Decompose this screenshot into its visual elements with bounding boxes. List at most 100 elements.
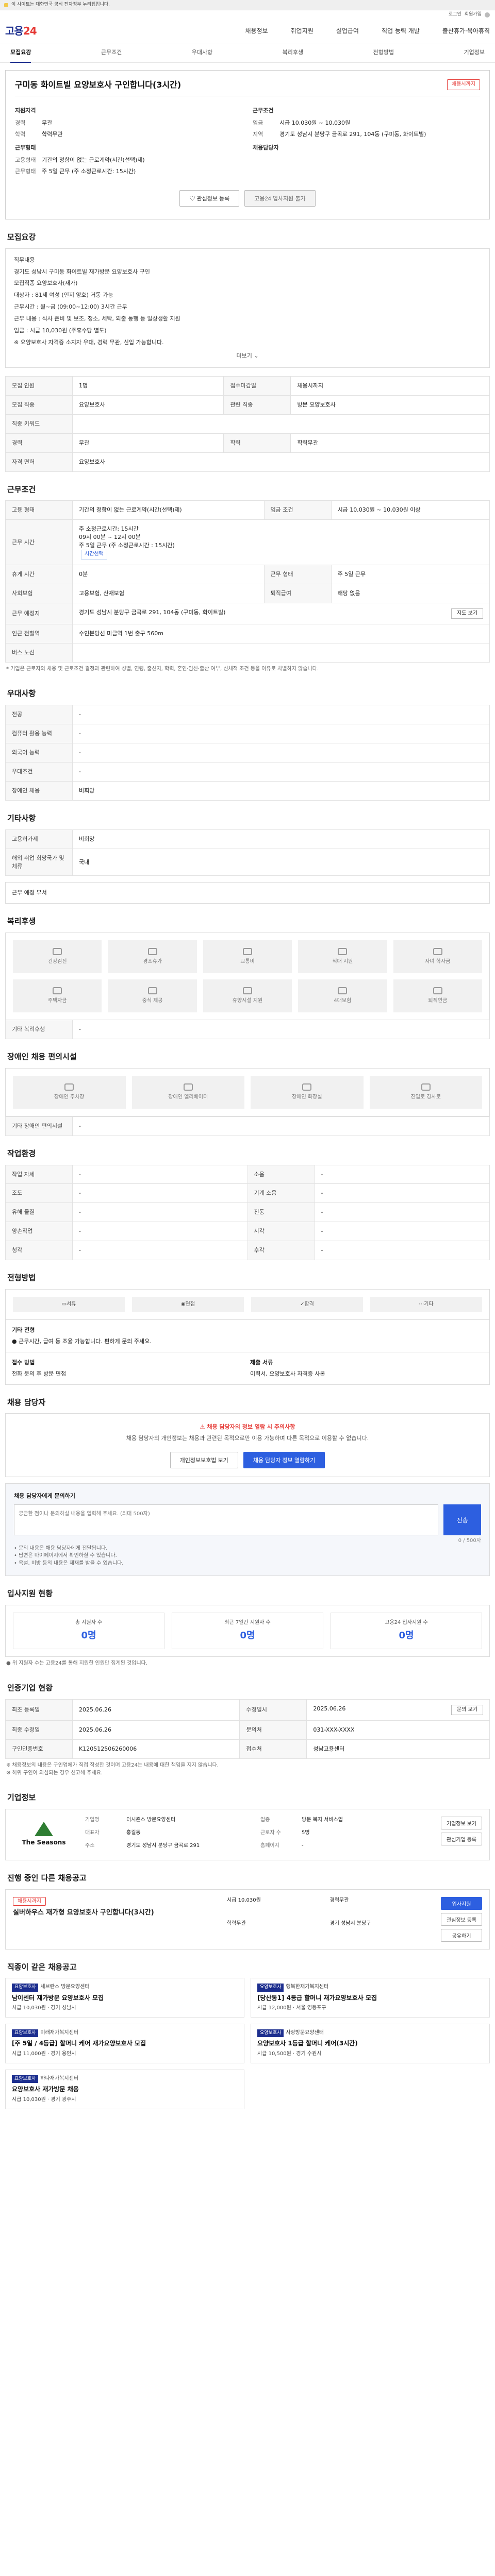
others-apply-button[interactable]: 입사지원 — [441, 1896, 483, 1910]
interview-icon: ◉ — [180, 1301, 186, 1307]
manager-notice: ⚠ 채용 담당자의 정보 열람 시 주의사항 채용 담당자의 개인정보는 채용과… — [5, 1413, 490, 1478]
gnb-item-support[interactable]: 취업지원 — [291, 27, 314, 36]
tab-preference[interactable]: 우대사항 — [192, 48, 212, 57]
recruit-description: 직무내용 경기도 성남시 구미동 화이트빌 재가방문 요양보호사 구인 모집직종… — [5, 248, 490, 368]
gnb-item-training[interactable]: 직업 능력 개발 — [382, 27, 420, 36]
stat-card: 총 지원자 수 0명 — [13, 1613, 164, 1649]
warning-icon: ⚠ — [200, 1423, 207, 1431]
others-scrap-button[interactable]: 관심정보 등록 — [441, 1912, 483, 1926]
table-row: 외국어 능력 - — [5, 743, 490, 762]
tab-conditions[interactable]: 근무조건 — [101, 48, 122, 57]
receipt-text: 전화 문의 후 방문 면접 — [12, 1370, 67, 1377]
welfare-label: 중식 제공 — [142, 997, 163, 1004]
job-category: 요양보호사 — [257, 2029, 284, 2038]
scrap-button[interactable]: ♡ 관심정보 등록 — [179, 190, 240, 207]
privacy-law-button[interactable]: 개인정보보호법 보기 — [170, 1452, 238, 1469]
gnb-item-benefit[interactable]: 실업급여 — [336, 27, 359, 36]
signup-link[interactable]: 회원가입 — [465, 11, 482, 18]
job-card-title: [주 5일 / 4등급] 할머니 케어 재가요양보호사 모집 — [12, 2040, 146, 2047]
manager-notice-title: ⚠ 채용 담당자의 정보 열람 시 주의사항 — [12, 1423, 483, 1431]
company-logo-text: The Seasons — [22, 1839, 66, 1846]
welfare-label: 휴양시설 지원 — [232, 997, 263, 1004]
inquiry-view-button[interactable]: 문의 보기 — [451, 1704, 483, 1716]
job-card[interactable]: 요양보호사 미래재가복지센터 [주 5일 / 4등급] 할머니 케어 재가요양보호… — [5, 2024, 244, 2064]
tab-hiring[interactable]: 전형방법 — [373, 48, 394, 57]
hiring-step-label: 합격 — [304, 1301, 314, 1307]
job-card[interactable]: 요양보호사 행복한재가복지센터 [당산동1] 4등급 할머니 재가요양보호사 모집… — [251, 1978, 490, 2018]
others-buttons: 입사지원 관심정보 등록 공유하기 — [441, 1896, 483, 1942]
view-manager-button[interactable]: 채용 담당자 정보 열람하기 — [243, 1452, 325, 1469]
login-link[interactable]: 로그인 — [449, 11, 461, 18]
job-card-meta: 시급 10,030원 · 경기 성남시 — [12, 2005, 76, 2011]
tab-company[interactable]: 기업정보 — [464, 48, 484, 57]
more-button[interactable]: 더보기 ⌄ — [14, 352, 481, 360]
table-row: 장애인 채용 비희망 — [5, 781, 490, 801]
stat-label: 고용24 입사지원 수 — [385, 1620, 428, 1625]
company-scrap-button[interactable]: 관심기업 등록 — [441, 1832, 482, 1845]
recruit-title: 모집요강 — [7, 232, 36, 242]
company-key: 주소 — [85, 1842, 95, 1849]
table-row: 근무 예정지 경기도 성남시 분당구 금곡로 291, 104동 (구미동, 화이… — [5, 602, 490, 625]
hiring-step: ⋯ 기타 — [370, 1296, 482, 1312]
tab-welfare[interactable]: 복리후생 — [283, 48, 303, 57]
resort-icon — [242, 987, 252, 994]
table-row: 경력 무관 학력 학력무관 — [5, 433, 490, 453]
disability-grid: 장애인 주차장 장애인 엘리베이터 장애인 화장실 진입로 경사로 — [5, 1067, 490, 1116]
documents-title: 제출 서류 — [250, 1359, 273, 1366]
table-key: 청각 — [5, 1241, 73, 1261]
inquiry-textarea[interactable] — [14, 1504, 439, 1536]
job-card[interactable]: 요양보호사 하나재가복지센터 요양보호사 재가방문 채용 시급 10,030원 ·… — [5, 2070, 244, 2110]
stat-value: 0명 — [240, 1630, 255, 1641]
table-value — [72, 414, 490, 434]
table-value: 주 소정근로시간: 15시간 09시 00분 ~ 12시 00분 주 5일 근무… — [72, 519, 490, 565]
conditions-note: * 기업은 근로자의 채용 및 근로조건 결정과 관련하여 성별, 연령, 출신… — [6, 666, 319, 672]
work-env-table: 작업 자세 - 소음 - 조도 - 기계 소음 - 유해 물질 - 진동 - 양손작업 - 시각 - 청… — [5, 1164, 490, 1261]
map-button[interactable]: 지도 보기 — [451, 608, 483, 619]
table-key: 진동 — [247, 1202, 315, 1223]
others-share-button[interactable]: 공유하기 — [441, 1928, 483, 1942]
table-value: - — [72, 1164, 248, 1184]
facility-item: 장애인 주차장 — [13, 1075, 126, 1109]
table-row: 작업 자세 - 소음 - — [5, 1164, 490, 1184]
region-label: 지역 — [253, 131, 263, 138]
table-row: 사회보험 고용보험, 산재보험 퇴직급여 해당 없음 — [5, 583, 490, 603]
employment-type-value: 기간의 정함이 없는 근로계약(시간(선택)제) — [42, 156, 145, 163]
conditions-table: 고용 형태 기간의 정함이 없는 근로계약(시간(선택)제) 임금 조건 시급 10,… — [5, 500, 490, 663]
welfare-label: 퇴직연금 — [428, 997, 448, 1004]
gnb-item-leave[interactable]: 출산휴가·육아휴직 — [442, 27, 490, 36]
apply-disabled-button[interactable]: 고용24 입사지원 불가 — [244, 190, 316, 207]
table-value: 요양보호사 — [72, 395, 224, 415]
job-card[interactable]: 요양보호사 세브란스 방문요양센터 남이센터 재가방문 요양보호사 모집 시급 1… — [5, 1978, 244, 2018]
job-summary-card: 구미동 화이트빌 요양보호사 구인합니다(3시간) 채용시까지 지원자격 경력 무… — [5, 70, 490, 219]
others-job-title[interactable]: 실버하우스 재가형 요양보호사 구인합니다(3시간) — [13, 1908, 217, 1918]
etc-icon: ⋯ — [419, 1301, 424, 1307]
more-label: 더보기 — [236, 352, 252, 360]
table-row: 최종 수정일 2025.06.26 문의처 031-XXX-XXXX — [5, 1720, 490, 1740]
welfare-label: 4대보험 — [334, 997, 352, 1004]
inquiry-submit-button[interactable]: 전송 — [443, 1504, 481, 1536]
inquiry-note: • 욕설, 비방 등의 내용은 제재를 받을 수 있습니다. — [14, 1560, 124, 1566]
table-key: 작업 자세 — [5, 1164, 73, 1184]
table-value: 2025.06.26 — [72, 1720, 240, 1740]
table-row: 유해 물질 - 진동 - — [5, 1202, 490, 1223]
table-value: 1명 — [72, 376, 224, 396]
job-card[interactable]: 요양보호사 사랑방문요양센터 요양보호사 1등급 할머니 케어(3시간) 시급 1… — [251, 2024, 490, 2064]
gnb-item-jobs[interactable]: 채용정보 — [245, 27, 268, 36]
table-value — [72, 643, 490, 663]
table-value: 고용보험, 산재보험 — [72, 583, 265, 603]
department-label: 근무 예정 부서 — [12, 889, 47, 896]
site-logo[interactable]: 고용24 — [5, 24, 37, 39]
table-value: - — [314, 1183, 490, 1204]
part-time-tag: 시간선택 — [81, 550, 107, 560]
inquiry-form: 채용 담당자에게 문의하기 전송 0 / 500자 • 문의 내용은 채용 담당… — [5, 1483, 490, 1577]
table-key: 기계 소음 — [247, 1183, 315, 1204]
gov-notice-bar: 이 사이트는 대한민국 공식 전자정부 누리집입니다. — [0, 0, 495, 10]
job-card-title: 요양보호사 재가방문 채용 — [12, 2086, 79, 2093]
tab-recruit[interactable]: 모집요강 — [10, 48, 31, 63]
company-detail-button[interactable]: 기업정보 보기 — [441, 1816, 482, 1829]
manager-heading: 채용담당자 — [253, 144, 279, 151]
menu-icon[interactable] — [485, 12, 490, 18]
table-key: 해외 취업 희망국가 및 체류 — [5, 848, 73, 876]
facility-item: 진입로 경사로 — [369, 1075, 482, 1109]
work-form-label: 근무형태 — [15, 167, 36, 175]
